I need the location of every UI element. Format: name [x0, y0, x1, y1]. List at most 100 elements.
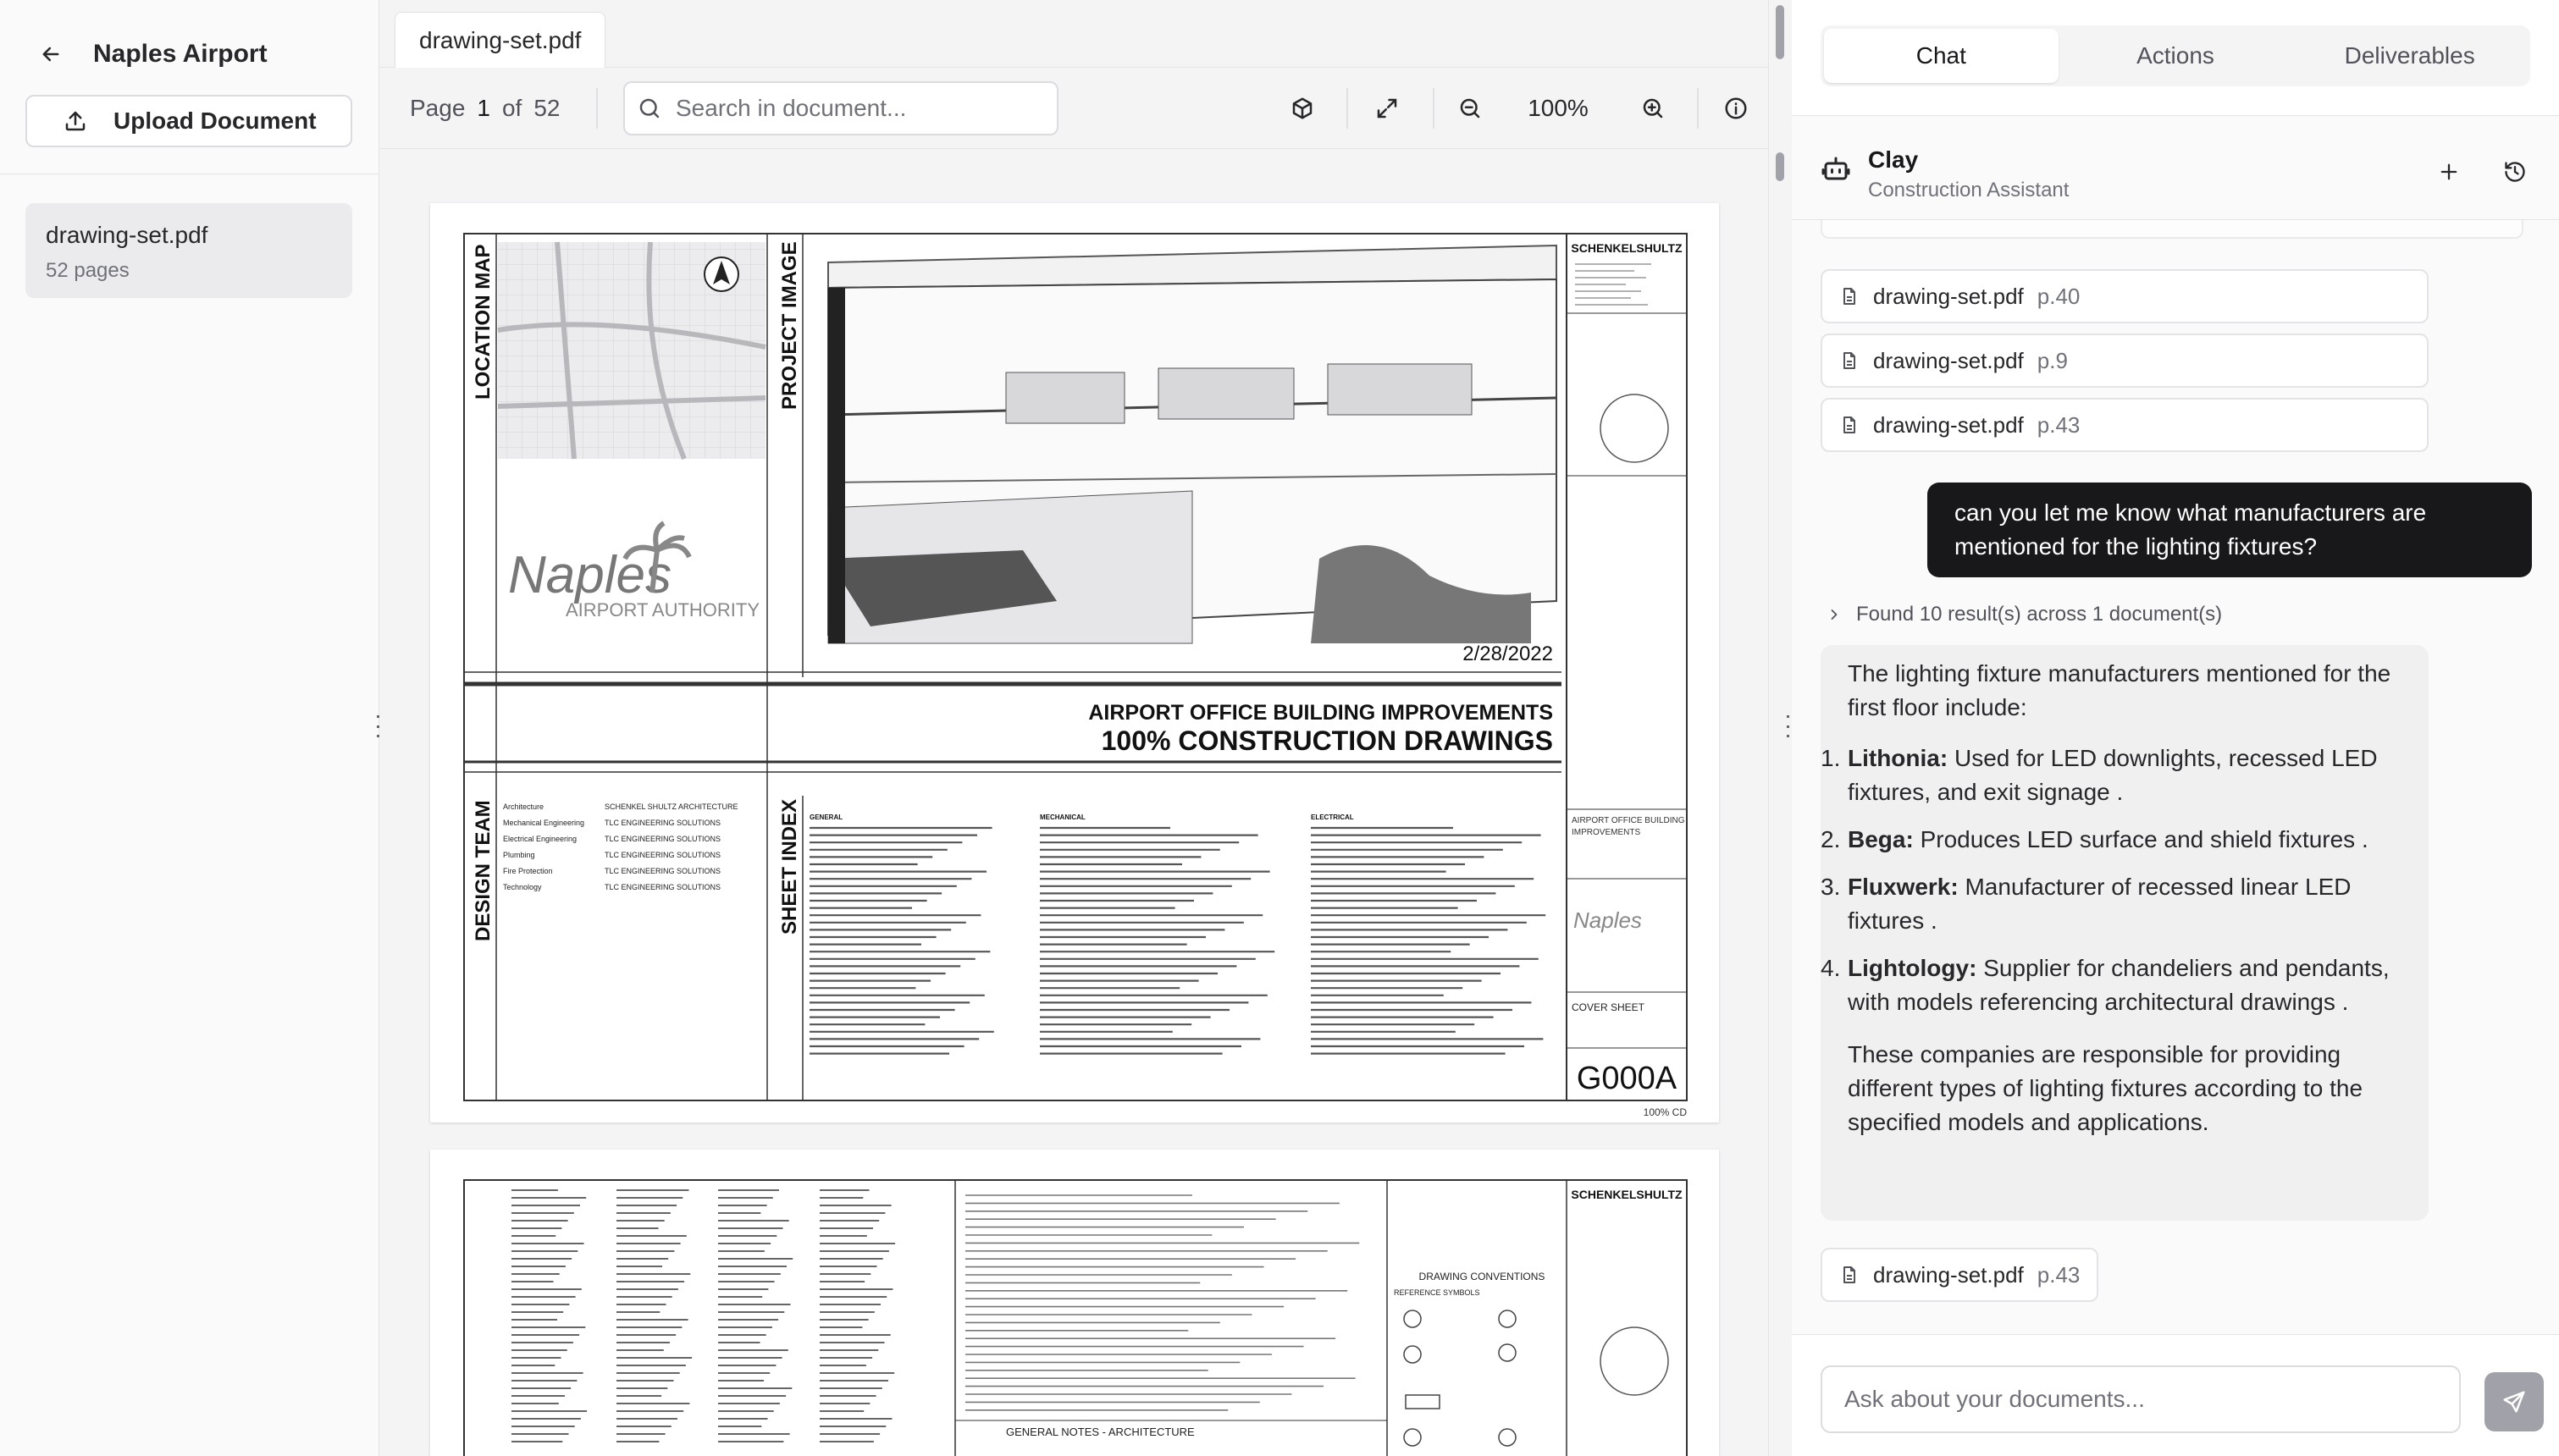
user-message: can you let me know what manufacturers a…: [1927, 483, 2532, 577]
document-info-button[interactable]: [1719, 91, 1753, 125]
toolbar-divider: [1697, 88, 1699, 129]
file-tab[interactable]: drawing-set.pdf: [395, 12, 606, 68]
info-icon: [1725, 97, 1747, 119]
assistant-message: The lighting fixture manufacturers menti…: [1821, 645, 2429, 1221]
current-page-number[interactable]: 1: [477, 95, 490, 121]
answer-intro: The lighting fixture manufacturers menti…: [1848, 660, 2391, 720]
search-results-toggle[interactable]: Found 10 result(s) across 1 document(s): [1826, 603, 2222, 626]
assistant-role: Construction Assistant: [1868, 179, 2070, 201]
citation-file: drawing-set.pdf: [1873, 347, 2024, 373]
history-icon: [2505, 162, 2525, 182]
logo-script: Naples: [508, 546, 672, 604]
sidebar-header: Naples Airport Upload Document: [0, 0, 379, 174]
team-role: Fire Protection: [503, 867, 553, 875]
chat-panel: Chat Actions Deliverables Clay Construct…: [1792, 0, 2559, 1456]
chat-input[interactable]: [1844, 1386, 2437, 1413]
3d-view-button[interactable]: [1285, 91, 1319, 125]
drawing-conventions-title: DRAWING CONVENTIONS: [1419, 1271, 1545, 1282]
project-name: AIRPORT OFFICE BUILDING IMPROVEMENTS: [1088, 701, 1553, 725]
drawing-page-2: GENERAL NOTES - ARCHITECTURE DRAWING CON…: [430, 1150, 1719, 1456]
upload-document-button[interactable]: Upload Document: [25, 95, 352, 147]
list-item: 2. Bega: Produces LED surface and shield …: [1821, 823, 2401, 857]
citation-chip[interactable]: drawing-set.pdf p.43: [1821, 1248, 2098, 1302]
tab-actions[interactable]: Actions: [2059, 29, 2293, 83]
project-image-label: PROJECT IMAGE: [778, 241, 801, 410]
back-button[interactable]: [34, 37, 68, 71]
design-team-table: Architecture SCHENKEL SHULTZ ARCHITECTURE…: [503, 802, 738, 891]
manufacturer-name: Lightology:: [1848, 955, 1977, 981]
tab-deliverables[interactable]: Deliverables: [2292, 29, 2527, 83]
reference-symbols: [1403, 1310, 1517, 1447]
document-list-item[interactable]: drawing-set.pdf 52 pages: [25, 203, 352, 298]
project-title: Naples Airport: [93, 40, 268, 68]
manufacturer-name: Bega:: [1848, 826, 1914, 852]
message-composer: [1792, 1334, 2559, 1456]
title-block-logo: Naples: [1573, 907, 1642, 933]
title-block-project: AIRPORT OFFICE BUILDING: [1572, 816, 1685, 825]
upload-icon: [65, 111, 86, 131]
sheet-number: G000A: [1577, 1061, 1677, 1096]
answer-outro: These companies are responsible for prov…: [1848, 1041, 2363, 1135]
citation-chip-partial: [1821, 220, 2523, 239]
project-rendering: 2/28/2022: [806, 242, 1561, 670]
seal-placeholder: [1600, 394, 1669, 463]
page-label: Page: [410, 95, 466, 121]
left-sidebar: Naples Airport Upload Document drawing-s…: [0, 0, 379, 1456]
new-chat-button[interactable]: [2434, 157, 2464, 187]
assistant-name: Clay: [1868, 146, 1919, 173]
fullscreen-button[interactable]: [1370, 91, 1404, 125]
zoom-in-icon: [1643, 98, 1663, 119]
chat-input-box: [1821, 1365, 2461, 1433]
zoom-level: 100%: [1528, 95, 1589, 121]
file-icon: [1843, 288, 1855, 305]
list-number: 1.: [1821, 745, 1841, 771]
send-button[interactable]: [2484, 1372, 2544, 1431]
citation-chip[interactable]: drawing-set.pdf p.40: [1821, 269, 2429, 323]
zoom-out-button[interactable]: [1453, 91, 1487, 125]
reference-symbols-title: REFERENCE SYMBOLS: [1394, 1288, 1480, 1297]
drawing-page-1: LOCATION MAP PROJECT IMAGE DESIGN TEAM S…: [430, 203, 1719, 1122]
robot-icon: [1821, 157, 1850, 180]
list-number: 3.: [1821, 874, 1841, 900]
citation-chip[interactable]: drawing-set.pdf p.43: [1821, 398, 2429, 452]
of-label: of: [501, 95, 522, 121]
chat-history-button[interactable]: [2500, 157, 2530, 187]
team-firm: SCHENKEL SHULTZ ARCHITECTURE: [605, 802, 738, 811]
expand-icon: [1377, 98, 1397, 119]
document-viewer: drawing-set.pdf Page 1 of 52 100%: [379, 0, 1792, 1456]
manufacturer-name: Lithonia:: [1848, 745, 1948, 771]
toolbar-divider: [1433, 88, 1434, 129]
upload-document-label: Upload Document: [113, 108, 317, 134]
team-firm: TLC ENGINEERING SOLUTIONS: [605, 835, 721, 843]
general-notes-title: GENERAL NOTES - ARCHITECTURE: [1006, 1426, 1195, 1438]
abbreviations-table: [511, 1189, 896, 1442]
team-firm: TLC ENGINEERING SOLUTIONS: [605, 819, 721, 827]
citation-chip[interactable]: drawing-set.pdf p.9: [1821, 334, 2429, 388]
zoom-in-button[interactable]: [1636, 91, 1670, 125]
citation-file: drawing-set.pdf: [1873, 411, 2024, 438]
team-firm: TLC ENGINEERING SOLUTIONS: [605, 867, 721, 875]
arrow-left-icon: [42, 47, 59, 62]
drawing-stamp: 100% CD: [1644, 1106, 1688, 1118]
list-item: 3. Fluxwerk: Manufacturer of recessed lin…: [1821, 870, 2401, 938]
sheet-index-label: SHEET INDEX: [778, 799, 801, 935]
manufacturer-list: 1. Lithonia: Used for LED downlights, rec…: [1821, 742, 2401, 1019]
total-pages: 52: [533, 95, 561, 121]
logo-subtitle: AIRPORT AUTHORITY: [566, 599, 760, 620]
zoom-out-icon: [1460, 98, 1480, 119]
index-heading-general: GENERAL: [810, 813, 843, 821]
index-heading-mechanical: MECHANICAL: [1040, 813, 1086, 821]
message-list: drawing-set.pdf p.40 drawing-set.pdf p.9…: [1792, 220, 2559, 1334]
tab-chat[interactable]: Chat: [1824, 29, 2059, 83]
firm-name: SCHENKELSHULTZ: [1571, 1188, 1683, 1201]
citation-page: p.43: [2037, 1261, 2081, 1288]
index-heading-electrical: ELECTRICAL: [1311, 813, 1354, 821]
manufacturer-name: Fluxwerk:: [1848, 874, 1959, 900]
document-search-input[interactable]: [676, 95, 1048, 122]
file-icon: [1843, 416, 1855, 433]
tab-scroll-thumb[interactable]: [1776, 5, 1784, 59]
page-scroll-thumb[interactable]: [1776, 152, 1784, 181]
drawing-set-title: 100% CONSTRUCTION DRAWINGS: [1102, 725, 1553, 756]
team-role: Plumbing: [503, 851, 535, 859]
team-firm: TLC ENGINEERING SOLUTIONS: [605, 883, 721, 891]
